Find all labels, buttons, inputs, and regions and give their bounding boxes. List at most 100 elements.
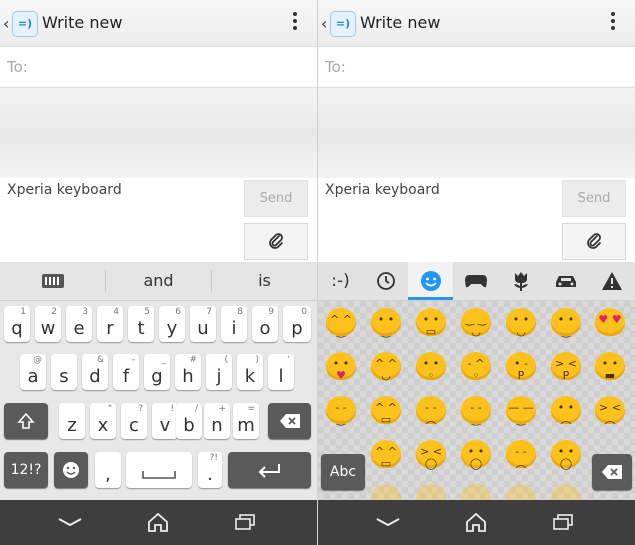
recent-clock-icon [376, 272, 395, 290]
key-a[interactable]: @ a [20, 354, 46, 390]
emoji-cell[interactable]: ^ ^ ▭ [371, 396, 401, 426]
emoji-cell[interactable]: - - ︵ [506, 440, 536, 470]
key-o[interactable]: 9o [252, 306, 278, 342]
period-key[interactable]: ?!. [198, 452, 222, 488]
emoji-cell[interactable]: • • ◦ [416, 352, 446, 382]
to-field[interactable]: To: [0, 47, 317, 88]
emoji-cell[interactable]: • • ‿ [551, 308, 581, 338]
back-chevron-icon[interactable]: ‹ [321, 14, 327, 33]
emoji-cell[interactable]: • • ‿ [371, 308, 401, 338]
key-x[interactable]: " x [90, 403, 116, 439]
enter-icon [258, 464, 280, 478]
key-h[interactable]: # h [175, 354, 201, 390]
system-nav-bar [0, 500, 317, 545]
enter-key[interactable] [228, 452, 311, 488]
emoji-cell[interactable]: • • ♥ [326, 352, 356, 382]
nav-back-button[interactable] [368, 506, 408, 538]
key-b[interactable]: / b [176, 403, 202, 439]
key-j[interactable]: (j [206, 354, 232, 390]
key-r[interactable]: 4r [97, 306, 123, 342]
nav-home-button[interactable] [138, 506, 178, 538]
nav-recent-apps-button[interactable] [543, 506, 583, 538]
key-t[interactable]: 5t [128, 306, 154, 342]
key-d[interactable]: & d [82, 354, 108, 390]
key-g[interactable]: _ g [144, 354, 170, 390]
emoji-cell[interactable]: • • ▬ [595, 352, 625, 382]
key-w[interactable]: 2w [35, 306, 61, 342]
tab-travel[interactable] [543, 262, 588, 300]
key-f[interactable]: -f [113, 354, 139, 390]
message-input[interactable]: Xperia keyboard [7, 182, 122, 198]
emoji-cell[interactable]: — — ‿ [506, 396, 536, 426]
message-input[interactable]: Xperia keyboard [325, 182, 440, 198]
send-button[interactable]: Send [244, 180, 308, 217]
emoji-cell[interactable]: - - ‿ [326, 396, 356, 426]
key-c[interactable]: ? c [121, 403, 147, 439]
emoji-cell[interactable]: ^ ^ ▭ [371, 440, 401, 470]
key-u[interactable]: 7u [190, 306, 216, 342]
tab-recent[interactable] [363, 262, 408, 300]
tab-emoticons[interactable]: :-) [318, 262, 363, 300]
to-field[interactable]: To: [318, 47, 635, 88]
back-chevron-icon[interactable]: ‹ [3, 14, 9, 33]
emoji-cell[interactable]: • • ◯ [461, 440, 491, 470]
key-p[interactable]: 0p [283, 306, 311, 342]
key-v[interactable]: ! v [152, 403, 178, 439]
emoji-cell[interactable]: - - ‿ [461, 396, 491, 426]
attach-button[interactable] [244, 223, 308, 260]
nav-home-button[interactable] [456, 506, 496, 538]
overflow-menu-icon[interactable] [611, 12, 615, 33]
key-l[interactable]: ' l [268, 354, 294, 390]
emoji-cell[interactable]: > < P [551, 352, 581, 382]
key-k[interactable]: ) k [237, 354, 263, 390]
key-z[interactable]: z [59, 403, 85, 439]
emoji-key[interactable] [54, 452, 88, 488]
attach-button[interactable] [562, 223, 626, 260]
emoji-grid: ^ ^ ‿ • • ‿ • • ▭ ‿ ‿ ◡ • • ◡ • • ‿ ♥ ♥ • • ♥ ^… [318, 301, 635, 512]
key-q[interactable]: 1q [4, 306, 30, 342]
emoji-cell[interactable]: • • ◡ [506, 308, 536, 338]
emoji-cell[interactable]: • -P [506, 352, 536, 382]
messaging-app-icon[interactable]: =) [330, 11, 356, 37]
suggestion-item[interactable]: is [212, 262, 317, 300]
paperclip-icon [269, 233, 283, 249]
emoji-cell[interactable]: > < ︵ [595, 396, 625, 426]
key-i[interactable]: 8i [221, 306, 247, 342]
emoji-cell[interactable]: • • ▭ [416, 308, 446, 338]
key-m[interactable]: = m [233, 403, 259, 439]
backspace-key[interactable] [592, 454, 632, 490]
action-bar: ‹ =) Write new [318, 0, 635, 47]
tab-nature[interactable] [498, 262, 543, 300]
emoji-cell[interactable]: - ^ ◦ [461, 352, 491, 382]
suggestion-item[interactable]: and [106, 262, 211, 300]
space-key[interactable] [126, 452, 192, 488]
messaging-app-icon[interactable]: =) [12, 11, 38, 37]
tab-smileys[interactable] [408, 262, 453, 300]
abc-key[interactable]: Abc [321, 454, 365, 490]
shift-key[interactable] [4, 403, 48, 439]
nav-recent-apps-button[interactable] [225, 506, 265, 538]
backspace-key[interactable] [268, 403, 311, 439]
comma-key[interactable]: , [95, 452, 121, 488]
key-s[interactable]: s [51, 354, 77, 390]
emoji-cell[interactable]: ^ ^ ‿ [326, 308, 356, 338]
key-e[interactable]: 3e [66, 306, 92, 342]
emoji-cell[interactable]: • • ︵ [551, 396, 581, 426]
gamepad-icon [464, 275, 487, 288]
emoji-cell[interactable]: - - ︵ [416, 396, 446, 426]
overflow-menu-icon[interactable] [293, 12, 297, 33]
suggestion-keyboard-icon[interactable] [0, 262, 105, 300]
key-n[interactable]: + n [204, 403, 230, 439]
tab-games[interactable] [453, 262, 498, 300]
symbols-key[interactable]: 12!? [4, 452, 48, 488]
key-y[interactable]: 6y [159, 306, 185, 342]
screenshot-composite: ‹ =) Write new To: Xperia keyboard Send [0, 0, 635, 545]
emoji-cell[interactable]: > < ◯ [416, 440, 446, 470]
nav-back-button[interactable] [50, 506, 90, 538]
emoji-cell[interactable]: • • ◯ [551, 440, 581, 470]
emoji-cell[interactable]: ‿ ‿ ◡ [461, 308, 491, 338]
emoji-cell[interactable]: ♥ ♥ [595, 308, 625, 336]
emoji-cell[interactable]: ^ ^ ◡ [371, 352, 401, 382]
tab-symbols[interactable] [588, 262, 635, 300]
send-button[interactable]: Send [562, 180, 626, 217]
